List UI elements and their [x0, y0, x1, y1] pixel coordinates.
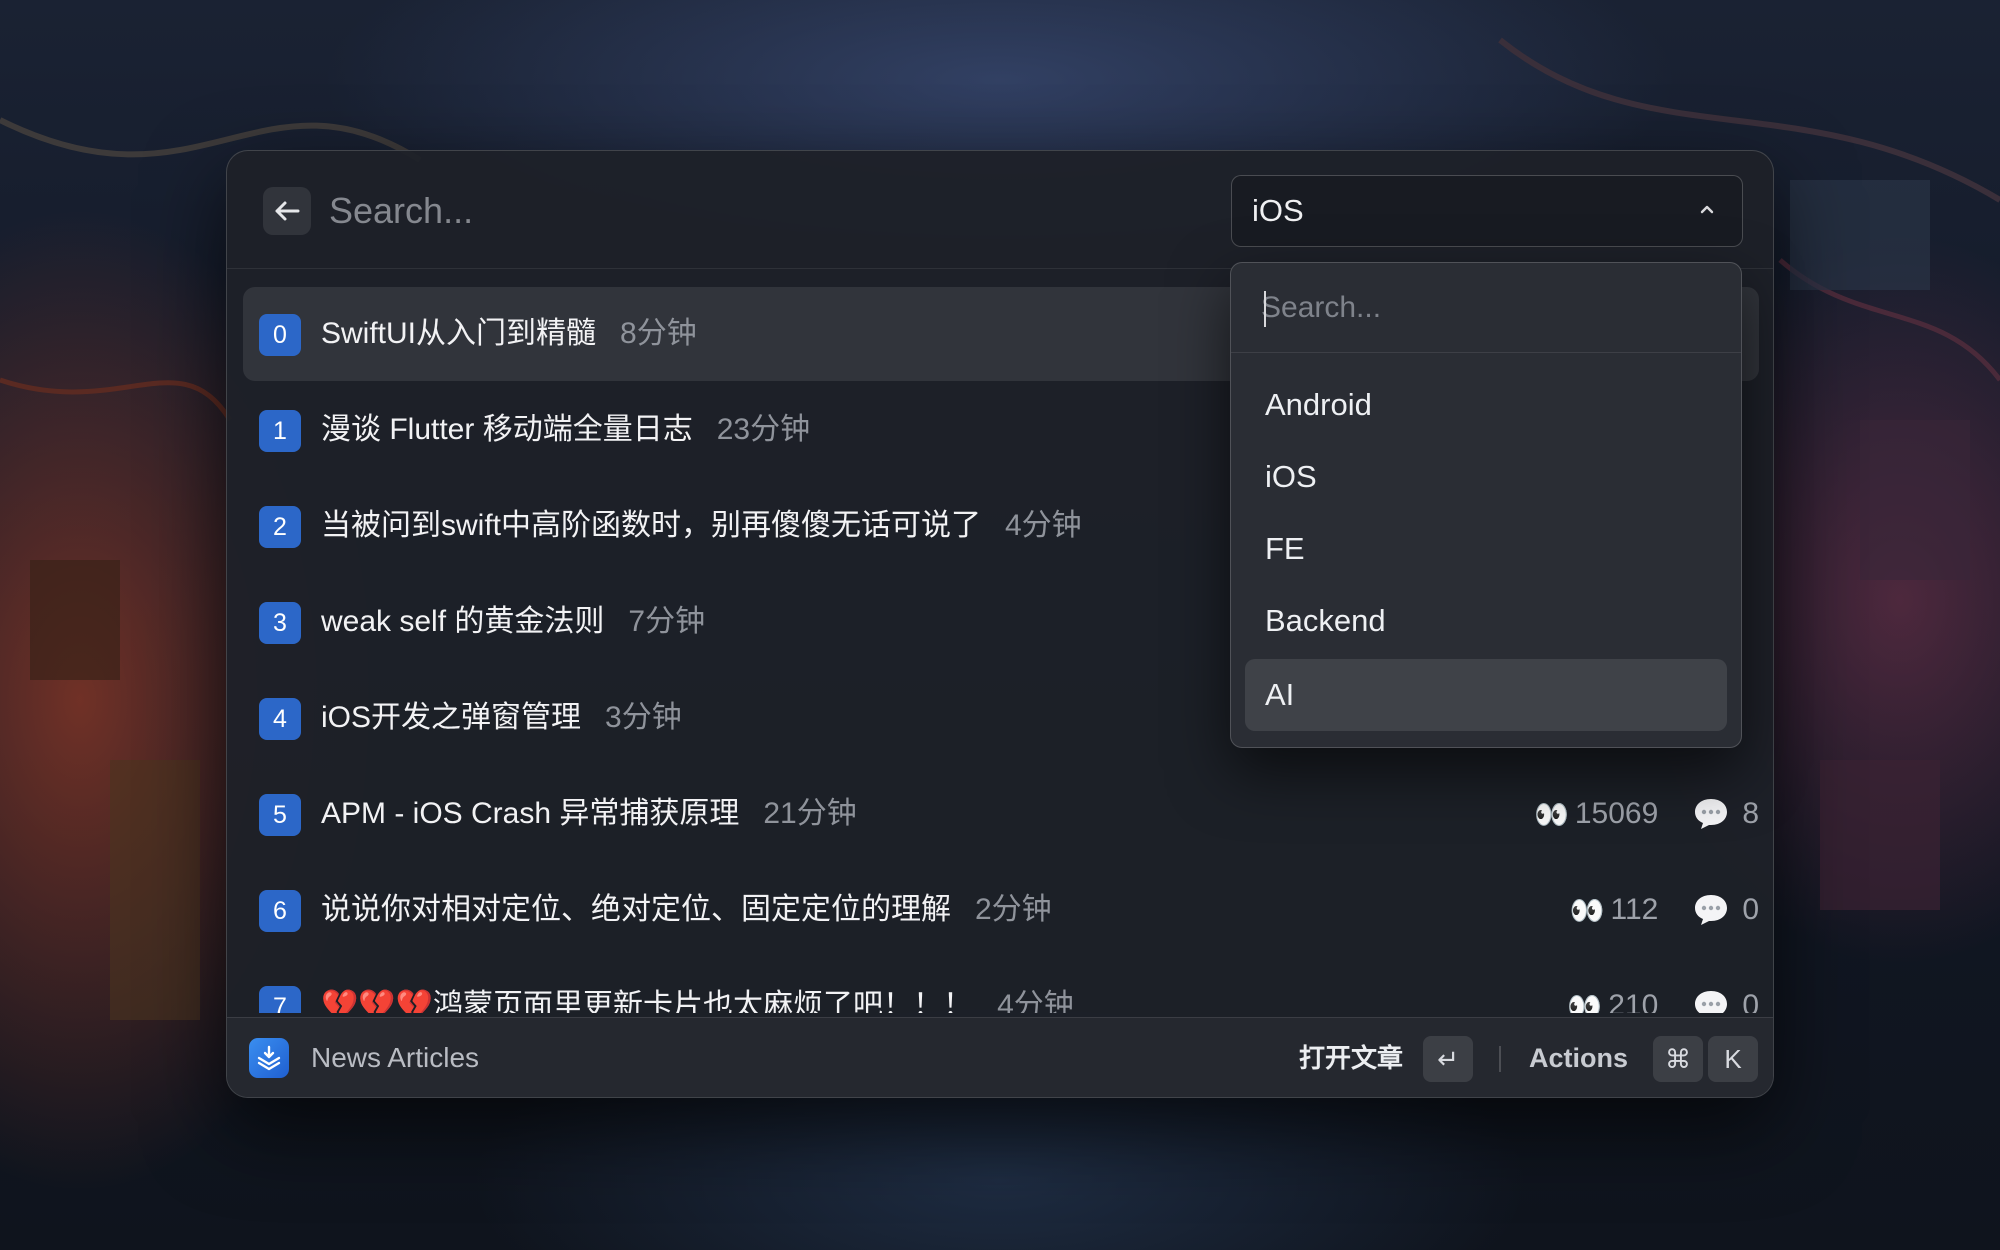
index-badge: 0 — [259, 314, 301, 356]
article-stats: 👀 112 0 — [1570, 889, 1759, 931]
index-badge: 5 — [259, 794, 301, 836]
dropdown-search — [1231, 263, 1741, 353]
index-badge: 4 — [259, 698, 301, 740]
article-stats: 👀 15069 8 — [1534, 793, 1759, 835]
index-badge: 7 — [259, 986, 301, 1013]
open-article-action[interactable]: 打开文章 — [1299, 1038, 1403, 1078]
comment-count: 0 — [1742, 893, 1759, 926]
speech-bubble-icon — [1695, 895, 1728, 925]
back-button[interactable] — [263, 187, 311, 235]
article-title: 💔💔💔鸿蒙页面里更新卡片也太麻烦了吧！！！ 4分钟 — [321, 985, 1074, 1013]
arrow-left-icon — [275, 201, 300, 221]
article-title: APM - iOS Crash 异常捕获原理 21分钟 — [321, 797, 857, 830]
index-badge: 3 — [259, 602, 301, 644]
view-count: 112 — [1610, 893, 1659, 926]
dropdown-option-android[interactable]: Android — [1245, 369, 1727, 441]
chevron-up-icon — [1700, 205, 1714, 214]
eyes-icon: 👀 — [1534, 798, 1569, 830]
article-title: 说说你对相对定位、绝对定位、固定定位的理解 2分钟 — [321, 893, 1052, 926]
read-duration: 8分钟 — [620, 317, 697, 350]
index-badge: 6 — [259, 890, 301, 932]
search-input[interactable] — [329, 181, 929, 241]
search-header: iOS — [227, 151, 1773, 269]
article-title: SwiftUI从入门到精髓 8分钟 — [321, 317, 697, 350]
article-title: iOS开发之弹窗管理 3分钟 — [321, 701, 682, 734]
action-bar: News Articles 打开文章 ↵ Actions ⌘ K — [227, 1017, 1773, 1097]
read-duration: 3分钟 — [605, 701, 682, 734]
speech-bubble-icon — [1695, 799, 1728, 829]
category-dropdown-menu: Android iOS FE Backend AI — [1230, 262, 1742, 748]
layers-download-icon — [249, 1038, 289, 1078]
read-duration: 2分钟 — [975, 893, 1052, 926]
comment-count: 8 — [1742, 797, 1759, 830]
list-item[interactable]: 7 💔💔💔鸿蒙页面里更新卡片也太麻烦了吧！！！ 4分钟 👀 210 0 — [243, 959, 1759, 1013]
index-badge: 2 — [259, 506, 301, 548]
comment-count: 0 — [1742, 989, 1759, 1013]
article-title: weak self 的黄金法则 7分钟 — [321, 605, 706, 638]
eyes-icon: 👀 — [1569, 894, 1605, 926]
dropdown-option-ios[interactable]: iOS — [1245, 441, 1727, 513]
extension-title: News Articles — [311, 1042, 480, 1073]
view-count: 210 — [1608, 989, 1659, 1013]
speech-bubble-icon — [1695, 991, 1728, 1013]
read-duration: 21分钟 — [763, 797, 857, 830]
dropdown-option-backend[interactable]: Backend — [1245, 585, 1727, 657]
read-duration: 4分钟 — [997, 989, 1074, 1013]
actions-button[interactable]: Actions — [1529, 1038, 1628, 1078]
text-cursor — [1264, 291, 1266, 327]
read-duration: 4分钟 — [1005, 509, 1082, 542]
article-title: 漫谈 Flutter 移动端全量日志 23分钟 — [321, 413, 811, 446]
read-duration: 7分钟 — [628, 605, 706, 638]
dropdown-option-fe[interactable]: FE — [1245, 513, 1727, 585]
dropdown-search-input[interactable] — [1261, 285, 1701, 331]
enter-key-icon: ↵ — [1423, 1036, 1473, 1082]
dropdown-option-ai[interactable]: AI — [1245, 659, 1727, 731]
category-dropdown-value: iOS — [1252, 193, 1304, 228]
category-dropdown[interactable]: iOS — [1231, 175, 1743, 247]
command-key-icon: ⌘ — [1653, 1036, 1703, 1082]
list-item[interactable]: 6 说说你对相对定位、绝对定位、固定定位的理解 2分钟 👀 112 0 — [243, 863, 1759, 957]
article-stats: 👀 210 0 — [1567, 985, 1759, 1013]
list-item[interactable]: 5 APM - iOS Crash 异常捕获原理 21分钟 👀 15069 8 — [243, 767, 1759, 861]
read-duration: 23分钟 — [716, 413, 811, 446]
index-badge: 1 — [259, 410, 301, 452]
article-title: 当被问到swift中高阶函数时，别再傻傻无话可说了 4分钟 — [321, 509, 1082, 542]
view-count: 15069 — [1574, 797, 1659, 830]
eyes-icon: 👀 — [1567, 990, 1602, 1014]
divider — [1499, 1046, 1501, 1072]
k-key: K — [1708, 1036, 1758, 1082]
